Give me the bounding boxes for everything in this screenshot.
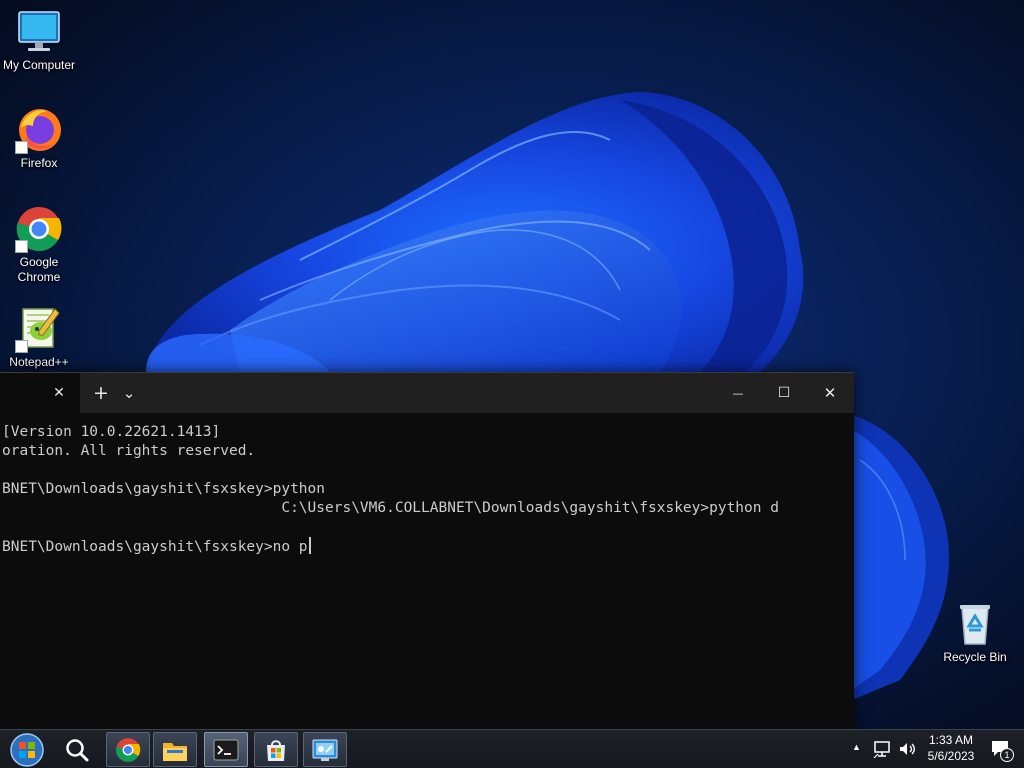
store-icon [267, 739, 285, 761]
maximize-button[interactable]: ☐ [762, 373, 806, 413]
desktop-icon-label: My Computer [2, 58, 76, 72]
shortcut-arrow-icon [15, 340, 28, 353]
desktop-icon-label: Recycle Bin [943, 650, 1007, 664]
tab-close-button[interactable]: ✕ [46, 373, 72, 413]
terminal-titlebar[interactable]: ✕ + ⌄ — ☐ ✕ [0, 372, 854, 413]
taskbar: ▲ 1:33 AM 5/6/2023 1 [0, 729, 1024, 768]
new-tab-button[interactable]: + [88, 373, 114, 413]
monitor-icon [15, 8, 63, 56]
chrome-icon [115, 737, 141, 762]
desktop: My Computer Firefox Google Chrome Notepa… [0, 0, 1024, 768]
start-orb-icon [10, 732, 44, 767]
clock[interactable]: 1:33 AM 5/6/2023 [920, 732, 982, 764]
network-icon[interactable] [872, 739, 892, 759]
taskbar-file-explorer[interactable] [153, 732, 197, 767]
terminal-tab[interactable]: ✕ [0, 373, 80, 413]
tab-dropdown-button[interactable]: ⌄ [116, 373, 142, 413]
terminal-prompt-line[interactable]: BNET\Downloads\gayshit\fsxskey>no p [2, 537, 854, 557]
terminal-line: ​ [2, 518, 854, 537]
terminal-line: [Version 10.0.22621.1413] [2, 424, 221, 440]
file-explorer-icon [163, 742, 187, 761]
desktop-icon-label: Google Chrome [17, 255, 61, 284]
terminal-line: oration. All rights reserved. [2, 443, 256, 459]
taskbar-chrome[interactable] [106, 732, 150, 767]
minimize-button[interactable]: — [716, 373, 760, 413]
start-button[interactable] [6, 732, 48, 767]
terminal-line: C:\Users\VM6.COLLABNET\Downloads\gayshit… [2, 500, 779, 516]
desktop-icon-google-chrome[interactable]: Google Chrome [0, 205, 78, 285]
close-button[interactable]: ✕ [808, 373, 852, 413]
taskbar-control-panel[interactable] [303, 732, 347, 767]
search-icon [66, 738, 89, 761]
desktop-icon-firefox[interactable]: Firefox [0, 106, 78, 171]
chrome-icon [15, 205, 63, 253]
terminal-line: ​ [2, 461, 854, 480]
firefox-icon [15, 106, 63, 154]
terminal-icon [213, 739, 239, 760]
terminal-prompt-text: BNET\Downloads\gayshit\fsxskey>no p [2, 539, 308, 555]
volume-icon[interactable] [897, 739, 917, 759]
notification-count-badge: 1 [1000, 748, 1014, 762]
search-button[interactable] [56, 732, 98, 767]
control-panel-icon [312, 739, 338, 761]
taskbar-terminal[interactable] [204, 732, 248, 767]
clock-date: 5/6/2023 [927, 749, 975, 763]
desktop-icon-notepadpp[interactable]: Notepad++ [0, 305, 78, 370]
terminal-output[interactable]: [Version 10.0.22621.1413] oration. All ri… [0, 413, 854, 557]
desktop-icon-label: Firefox [20, 156, 58, 170]
shortcut-arrow-icon [15, 240, 28, 253]
terminal-line: BNET\Downloads\gayshit\fsxskey>python [2, 481, 326, 497]
clock-time: 1:33 AM [928, 733, 974, 747]
taskbar-store[interactable] [254, 732, 298, 767]
shortcut-arrow-icon [15, 141, 28, 154]
notepadpp-icon [15, 305, 63, 353]
text-cursor [308, 537, 311, 554]
recycle-bin-icon [951, 600, 999, 648]
desktop-icon-label: Notepad++ [9, 355, 69, 369]
desktop-icon-my-computer[interactable]: My Computer [0, 8, 78, 73]
desktop-icon-recycle-bin[interactable]: Recycle Bin [936, 600, 1014, 665]
terminal-window[interactable]: ✕ + ⌄ — ☐ ✕ [Version 10.0.22621.1413] ora… [0, 372, 854, 729]
notification-center-button[interactable]: 1 [990, 738, 1014, 762]
tray-overflow-button[interactable]: ▲ [852, 742, 861, 752]
